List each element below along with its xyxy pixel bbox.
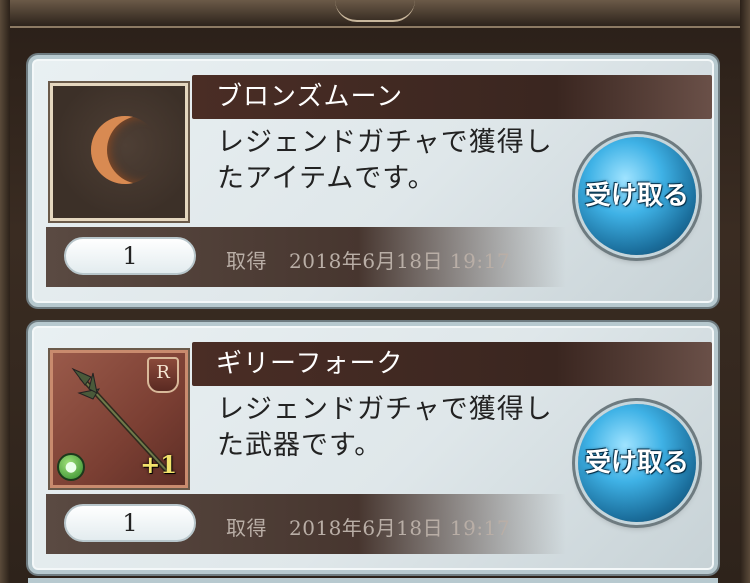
item-info-bar: 1 取得 2018年6月18日 19:17 [46, 227, 566, 287]
item-info-bar: 1 取得 2018年6月18日 19:17 [46, 494, 566, 554]
item-title-bar: ギリーフォーク [192, 342, 712, 386]
next-card-edge [28, 578, 718, 583]
acquired-date: 2018年6月18日 19:17 [289, 516, 511, 540]
left-frame [0, 0, 10, 583]
receive-button-label: 受け取る [584, 448, 689, 478]
receive-button-label: 受け取る [584, 181, 689, 211]
rarity-badge: R [147, 357, 179, 393]
item-name: ギリーフォーク [216, 349, 404, 379]
description-line: レジェンドガチャで獲得し [217, 127, 553, 158]
receive-button[interactable]: 受け取る [578, 404, 696, 522]
present-item-card: ギリーフォーク レジェンドガチャで獲得し た武器です。 1 取得 2018年6月1… [28, 322, 718, 574]
receive-button[interactable]: 受け取る [578, 137, 696, 255]
description-line: た武器です。 [217, 430, 383, 461]
item-description: レジェンドガチャで獲得し た武器です。 [217, 392, 567, 464]
acquired-date: 2018年6月18日 19:17 [289, 249, 511, 273]
description-line: たアイテムです。 [217, 163, 436, 194]
item-thumbnail: R ● +1 [50, 350, 188, 488]
item-thumbnail [50, 83, 188, 221]
bronze-moon-icon [91, 116, 159, 184]
acquired-info: 取得 2018年6月18日 19:17 [226, 512, 510, 541]
top-ornament [335, 0, 415, 22]
acquired-info: 取得 2018年6月18日 19:17 [226, 245, 510, 274]
top-frame [0, 0, 750, 28]
quantity-badge: 1 [64, 237, 196, 275]
acquired-label: 取得 [226, 516, 267, 540]
plus-level: +1 [140, 450, 177, 479]
item-title-bar: ブロンズムーン [192, 75, 712, 119]
item-description: レジェンドガチャで獲得し たアイテムです。 [217, 125, 567, 197]
acquired-label: 取得 [226, 249, 267, 273]
quantity-badge: 1 [64, 504, 196, 542]
wind-element-icon: ● [57, 453, 85, 481]
item-name: ブロンズムーン [216, 82, 404, 112]
right-frame [740, 0, 750, 583]
present-item-card: ブロンズムーン レジェンドガチャで獲得し たアイテムです。 1 取得 2018年6… [28, 55, 718, 307]
description-line: レジェンドガチャで獲得し [217, 394, 553, 425]
